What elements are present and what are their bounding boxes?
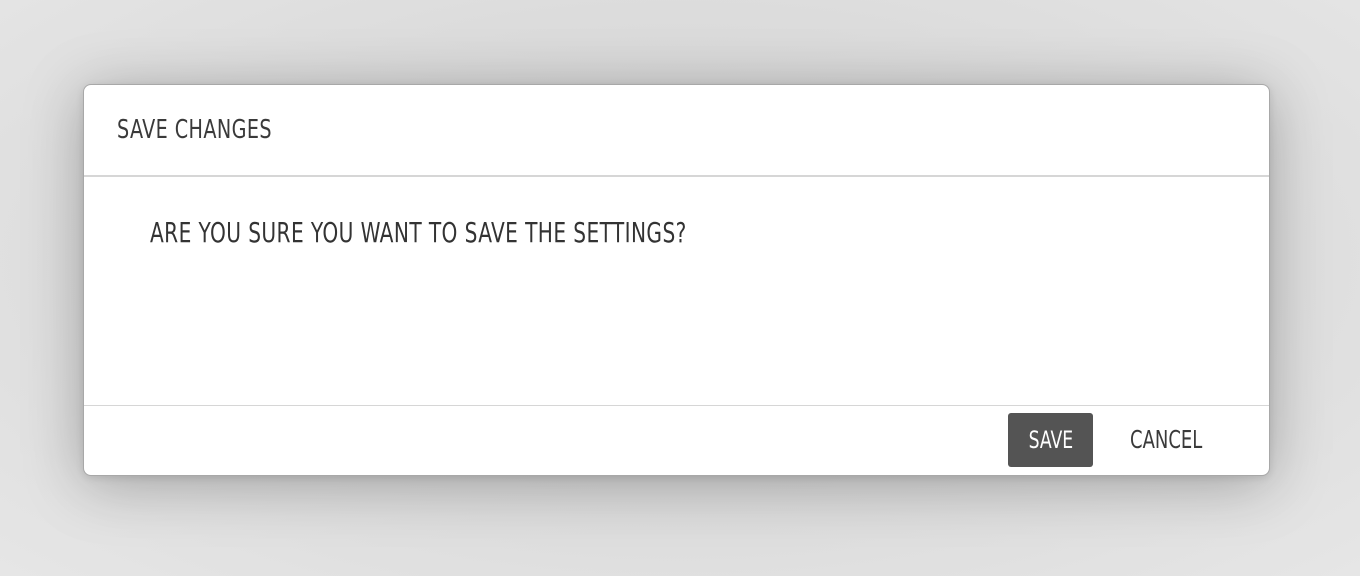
cancel-button[interactable]: CANCEL: [1114, 413, 1219, 467]
save-button[interactable]: SAVE: [1008, 413, 1093, 467]
dialog-message: ARE YOU SURE YOU WANT TO SAVE THE SETTIN…: [150, 216, 687, 249]
save-changes-dialog: SAVE CHANGES ARE YOU SURE YOU WANT TO SA…: [83, 84, 1270, 476]
cancel-button-label: CANCEL: [1130, 425, 1203, 454]
save-button-label: SAVE: [1028, 426, 1073, 454]
dialog-footer: SAVE CANCEL: [84, 405, 1269, 475]
dialog-header: SAVE CHANGES: [84, 85, 1269, 177]
dialog-body: ARE YOU SURE YOU WANT TO SAVE THE SETTIN…: [84, 177, 1269, 405]
dialog-title: SAVE CHANGES: [117, 115, 273, 145]
